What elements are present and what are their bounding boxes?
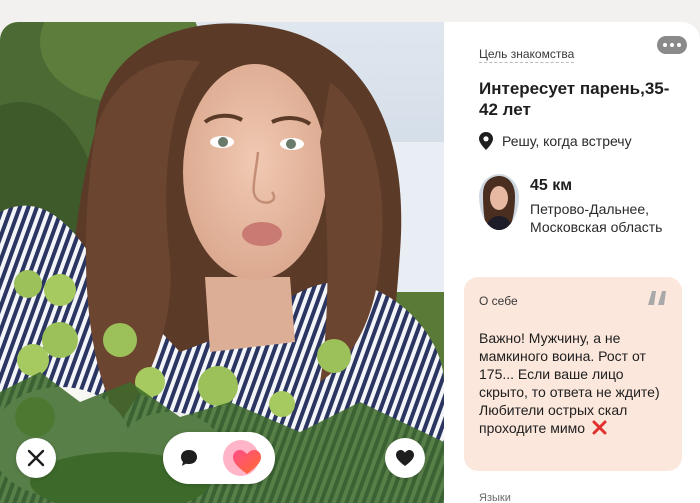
more-icon-dot xyxy=(677,43,681,47)
dislike-button[interactable] xyxy=(16,438,56,478)
decide-text: Решу, когда встречу xyxy=(502,133,632,149)
location: Петрово-Дальнее, Московская область xyxy=(530,201,663,235)
goal-title: Интересует парень,35-42 лет xyxy=(479,79,670,119)
avatar-image xyxy=(479,174,519,230)
decide-row: Решу, когда встречу xyxy=(479,132,632,150)
languages-label: Языки xyxy=(479,492,511,503)
about-label: О себе xyxy=(479,294,518,308)
photo-illustration xyxy=(0,22,444,503)
profile-card: Цель знакомства Интересует парень,35-42 … xyxy=(0,22,700,503)
heart-icon xyxy=(396,450,414,466)
action-pill xyxy=(163,432,275,484)
avatar xyxy=(479,174,519,230)
about-text-content: Важно! Мужчину, а не мамкиного воина. Ро… xyxy=(479,330,660,436)
about-text: Важно! Мужчину, а не мамкиного воина. Ро… xyxy=(479,329,675,437)
close-icon xyxy=(27,449,45,467)
quote-icon xyxy=(648,291,666,305)
about-card: О себе Важно! Мужчину, а не мамкиного во… xyxy=(464,277,682,471)
like-button[interactable] xyxy=(385,438,425,478)
goal-label: Цель знакомства xyxy=(479,47,575,63)
profile-info-panel: Цель знакомства Интересует парень,35-42 … xyxy=(444,22,700,503)
message-button[interactable] xyxy=(173,442,205,474)
location-pin-icon xyxy=(479,132,493,150)
profile-photo[interactable] xyxy=(0,22,444,503)
more-icon-dot xyxy=(670,43,674,47)
distance: 45 км xyxy=(530,177,573,194)
super-like-icon xyxy=(223,440,261,476)
message-icon xyxy=(181,450,197,466)
red-cross-icon xyxy=(592,420,607,435)
more-options-button[interactable] xyxy=(657,36,687,54)
super-like-button[interactable] xyxy=(221,436,269,480)
more-icon-dot xyxy=(663,43,667,47)
